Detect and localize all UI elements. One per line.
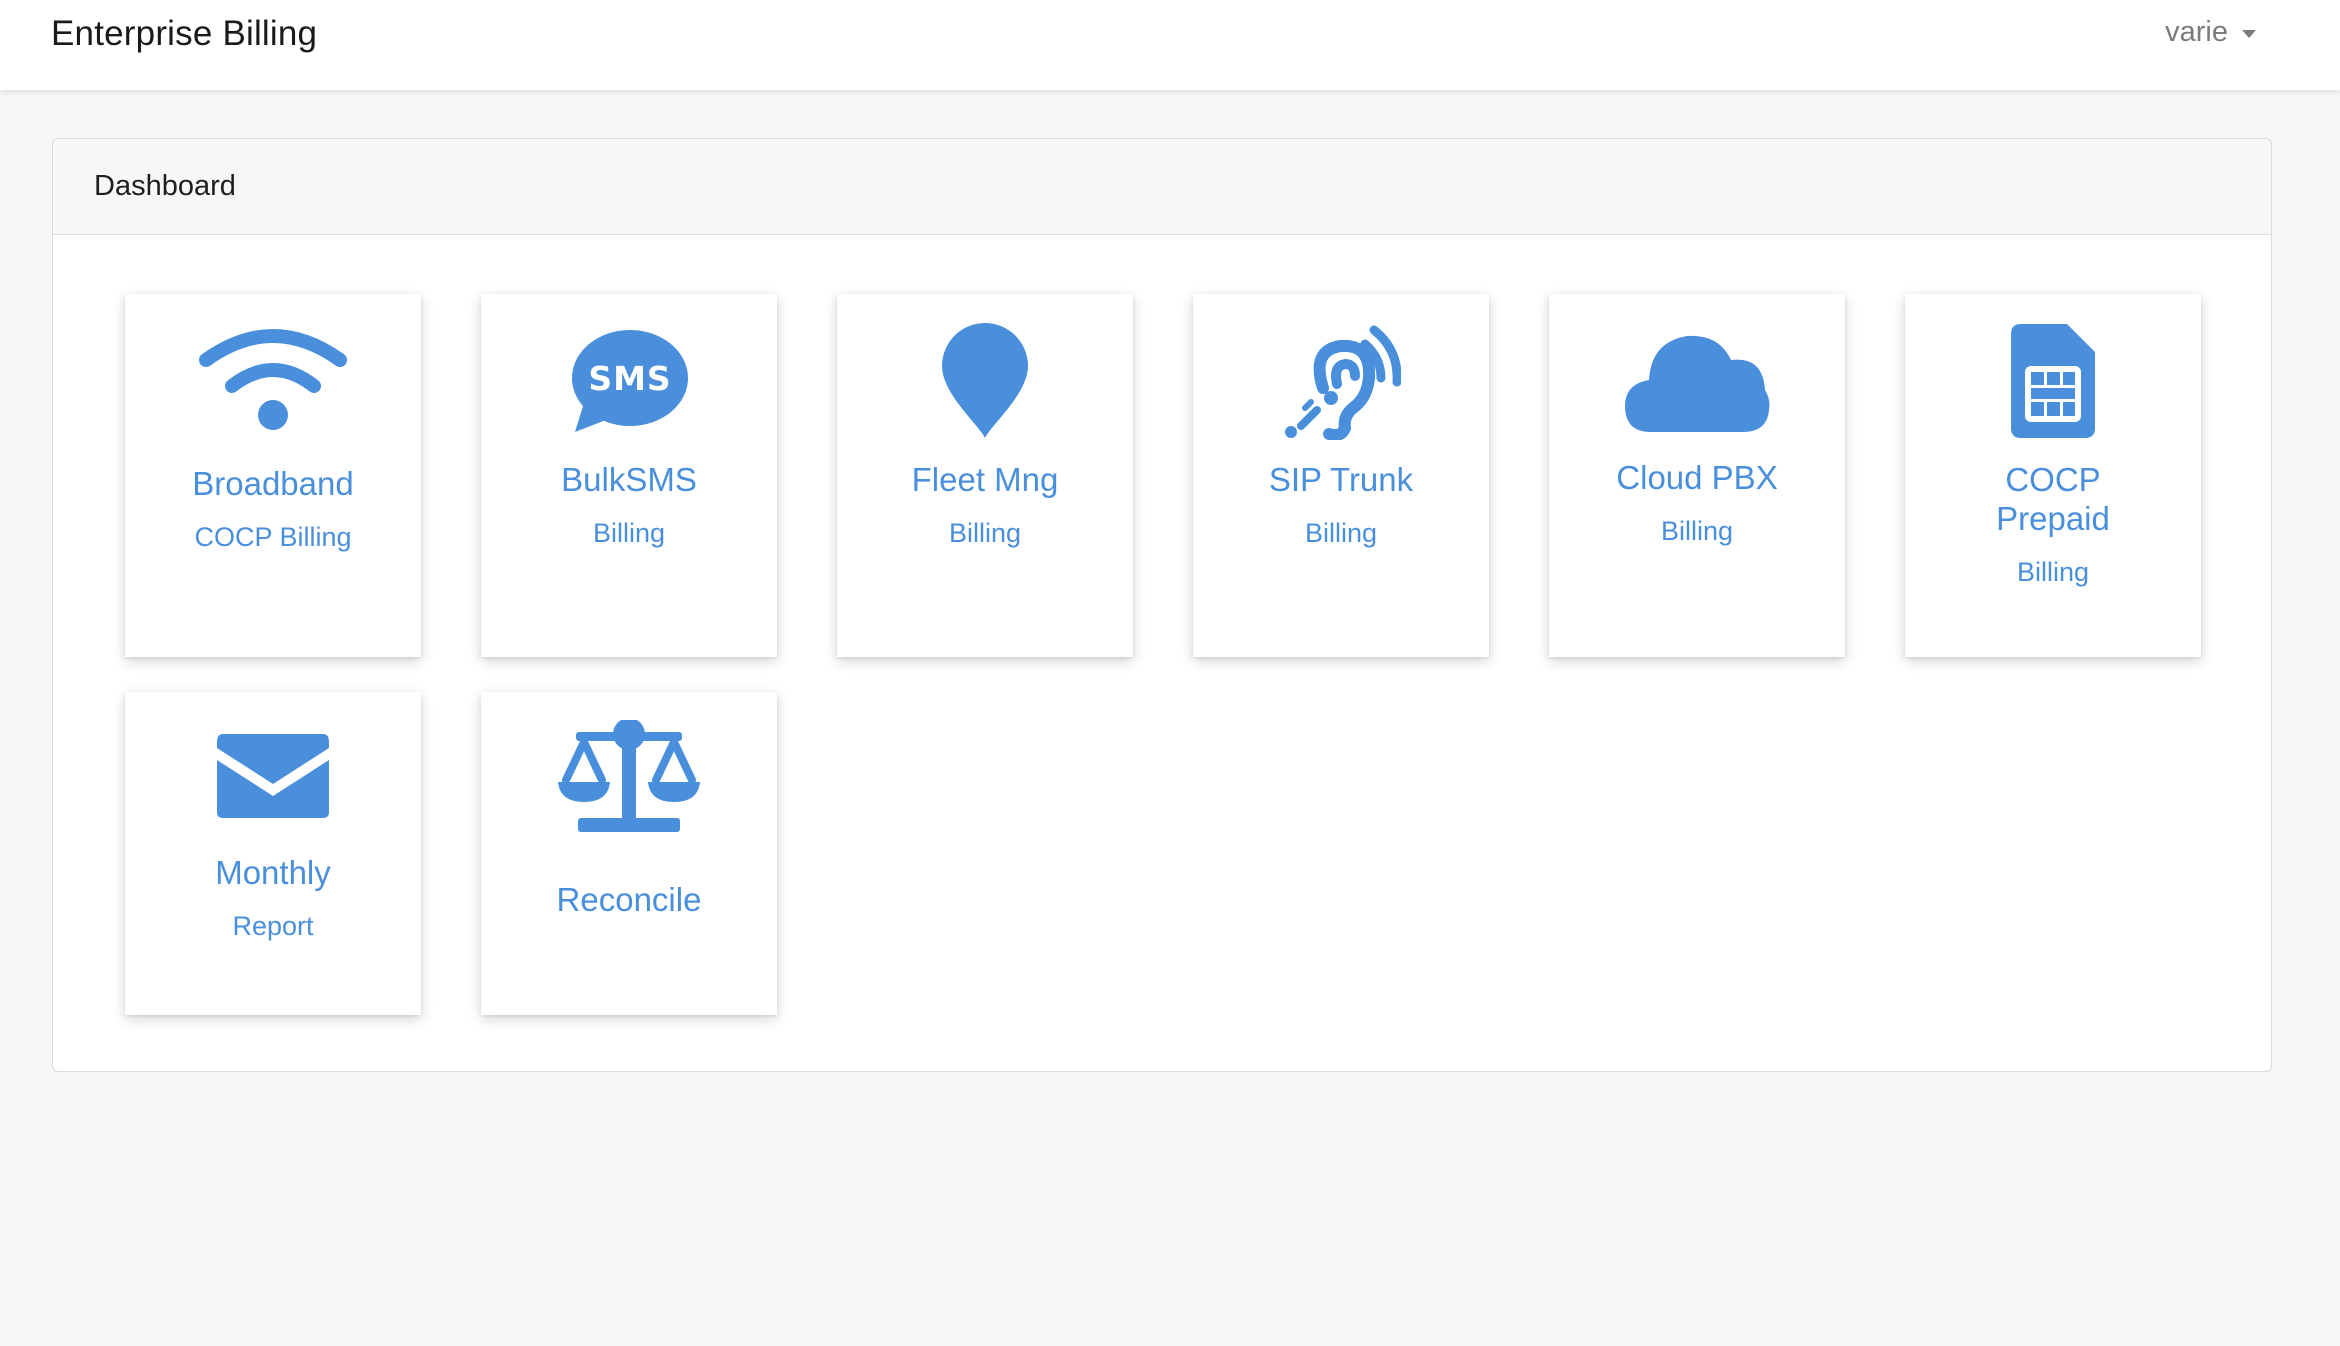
balance-scale-icon — [481, 720, 777, 836]
envelope-icon — [125, 732, 421, 820]
dashboard-title: Dashboard — [94, 170, 236, 202]
tile-title: Cloud PBX — [1616, 459, 1778, 496]
tile-title: Broadband — [192, 465, 354, 502]
tile-cloud-pbx[interactable]: Cloud PBX Billing — [1549, 294, 1845, 657]
svg-text:SMS: SMS — [588, 359, 671, 398]
dashboard-card: Dashboard Broadband COCP Billing SMS Bul… — [52, 138, 2272, 1072]
sim-card-icon — [1905, 322, 2201, 440]
assistive-listening-icon — [1193, 322, 1489, 440]
cloud-icon — [1549, 330, 1845, 434]
user-dropdown[interactable]: varie — [2165, 16, 2256, 49]
tile-subtitle: Billing — [2016, 557, 2090, 587]
tile-subtitle: Billing — [948, 518, 1022, 548]
tile-title: Monthly — [215, 854, 331, 891]
tile-sip-trunk[interactable]: SIP Trunk Billing — [1193, 294, 1489, 657]
tile-title: Fleet Mng — [911, 461, 1059, 498]
tile-title: COCP Prepaid — [1996, 461, 2110, 537]
tile-title: Reconcile — [556, 881, 702, 918]
tile-subtitle: Billing — [1304, 518, 1378, 548]
map-marker-icon — [837, 322, 1133, 440]
tile-monthly-report[interactable]: Monthly Report — [125, 692, 421, 1015]
dashboard-card-header: Dashboard — [53, 139, 2271, 235]
tile-title: BulkSMS — [561, 461, 697, 498]
tile-broadband[interactable]: Broadband COCP Billing — [125, 294, 421, 657]
tile-fleet-mng[interactable]: Fleet Mng Billing — [837, 294, 1133, 657]
tile-title: SIP Trunk — [1268, 461, 1414, 498]
wifi-icon — [125, 326, 421, 432]
caret-down-icon — [2242, 29, 2256, 38]
tile-subtitle: Billing — [1660, 516, 1734, 546]
tile-reconcile[interactable]: Reconcile — [481, 692, 777, 1015]
user-name: varie — [2165, 16, 2228, 48]
tile-subtitle: Billing — [592, 518, 666, 548]
brand-link[interactable]: Enterprise Billing — [51, 14, 317, 54]
tile-subtitle: COCP Billing — [194, 522, 352, 552]
tile-bulksms[interactable]: SMS BulkSMS Billing — [481, 294, 777, 657]
tile-subtitle: Report — [232, 911, 314, 941]
sms-icon: SMS — [481, 328, 777, 434]
tile-cocp-prepaid[interactable]: COCP Prepaid Billing — [1905, 294, 2201, 657]
navbar: Enterprise Billing varie — [0, 0, 2340, 90]
